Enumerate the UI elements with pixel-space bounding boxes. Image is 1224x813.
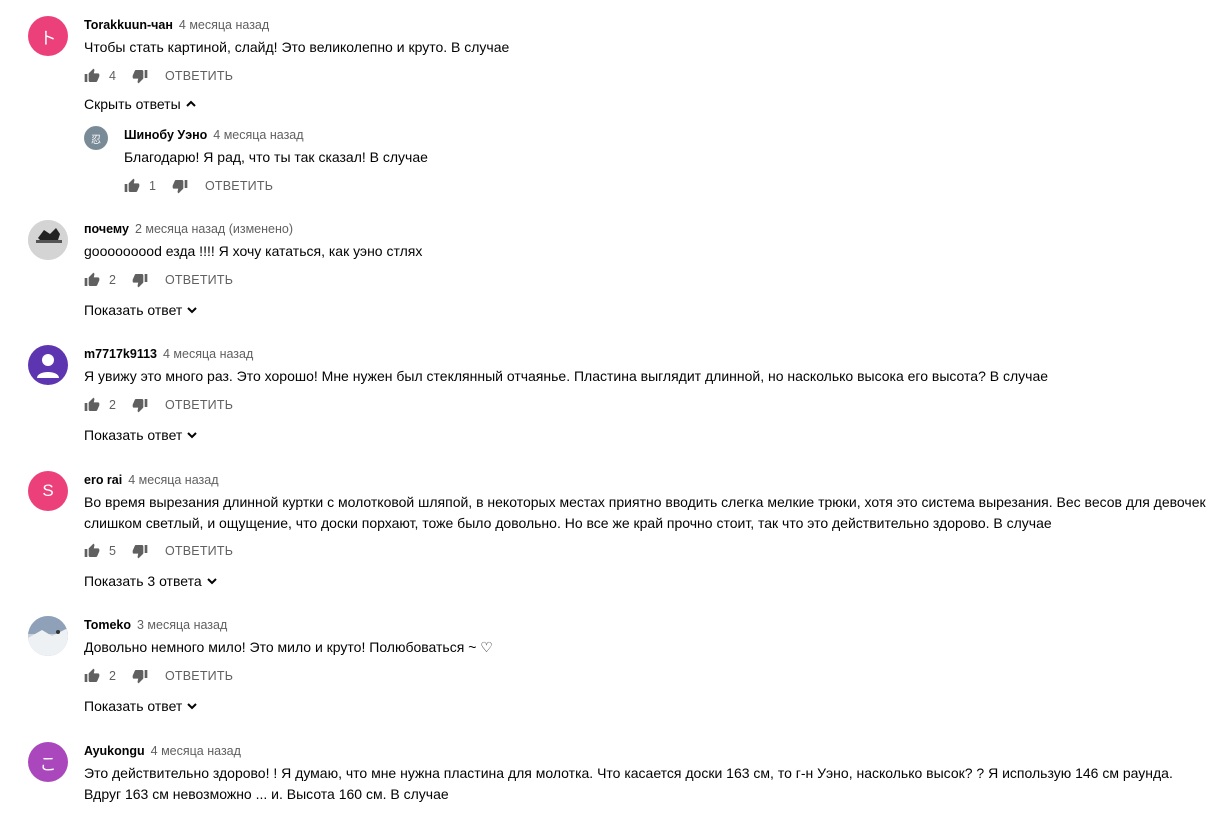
comment-author[interactable]: ero rai	[84, 473, 122, 487]
avatar-letter: こ	[39, 754, 57, 774]
comment-author[interactable]: m7717k9113	[84, 347, 157, 361]
like-count: 4	[109, 68, 116, 83]
comment-author[interactable]: Ayukongu	[84, 744, 145, 758]
comment-time[interactable]: 4 месяца назад	[151, 744, 241, 758]
reply-button[interactable]: ОТВЕТИТЬ	[165, 273, 233, 287]
avatar-image-icon	[28, 616, 68, 656]
comment-text: Во время вырезания длинной куртки с моло…	[84, 494, 1206, 531]
comment-author[interactable]: почему	[84, 222, 129, 236]
reply-button[interactable]: ОТВЕТИТЬ	[165, 669, 233, 683]
comment-text: Чтобы стать картиной, слайд! Это великол…	[84, 39, 510, 55]
comment-author[interactable]: Tomeko	[84, 618, 131, 632]
show-replies-button[interactable]: Показать ответ	[84, 427, 1208, 443]
comment-text: Это действительно здорово! ! Я думаю, чт…	[84, 765, 1173, 802]
thumbs-up-icon[interactable]	[84, 272, 100, 288]
avatar-letter: 忍	[91, 134, 101, 146]
thumbs-down-icon[interactable]	[172, 178, 188, 194]
thumbs-down-icon[interactable]	[132, 272, 148, 288]
comment-time[interactable]: 4 месяца назад	[128, 473, 218, 487]
reply-button[interactable]: ОТВЕТИТЬ	[165, 544, 233, 558]
comment-time[interactable]: 2 месяца назад (изменено)	[135, 222, 293, 236]
avatar[interactable]: S	[28, 471, 68, 511]
reply-button[interactable]: ОТВЕТИТЬ	[165, 398, 233, 412]
show-replies-button[interactable]: Показать 3 ответа	[84, 573, 1208, 589]
like-count: 1	[149, 178, 156, 193]
toggle-label: Показать ответ	[84, 697, 183, 714]
comment-author[interactable]: Шинобу Уэно	[124, 128, 207, 142]
comment-text: Довольно немного мило! Это мило и круто!…	[84, 639, 493, 655]
avatar[interactable]: こ	[28, 742, 68, 782]
thumbs-up-icon[interactable]	[84, 68, 100, 84]
thumbs-down-icon[interactable]	[132, 68, 148, 84]
avatar[interactable]	[28, 616, 68, 656]
comment-time[interactable]: 4 месяца назад	[163, 347, 253, 361]
thumbs-down-icon[interactable]	[132, 543, 148, 559]
show-replies-button[interactable]: Показать ответ	[84, 698, 1208, 714]
comment-text: gooooooood езда !!!! Я хочу кататься, ка…	[84, 243, 423, 259]
avatar-letter: S	[42, 481, 54, 500]
reply-button[interactable]: ОТВЕТИТЬ	[205, 179, 273, 193]
thumbs-up-icon[interactable]	[84, 668, 100, 684]
avatar-letter: ト	[39, 28, 57, 48]
chevron-down-icon	[187, 431, 198, 438]
thumbs-down-icon[interactable]	[132, 397, 148, 413]
comment-time[interactable]: 3 месяца назад	[137, 618, 227, 632]
avatar[interactable]: 忍	[84, 126, 108, 150]
thumbs-up-icon[interactable]	[84, 397, 100, 413]
comment-time[interactable]: 4 месяца назад	[179, 18, 269, 32]
like-count: 5	[109, 544, 116, 558]
avatar[interactable]	[28, 345, 68, 385]
thumbs-up-icon[interactable]	[84, 543, 100, 559]
chevron-up-icon	[185, 100, 196, 107]
hide-replies-button[interactable]: Скрыть ответы	[84, 96, 1208, 112]
person-icon	[37, 354, 59, 378]
chevron-down-icon	[187, 306, 198, 313]
comment-time[interactable]: 4 месяца назад	[213, 128, 303, 142]
like-count: 2	[109, 397, 116, 412]
like-count: 2	[109, 668, 116, 683]
avatar[interactable]	[28, 220, 68, 260]
comment-text: Благодарю! Я рад, что ты так сказал! В с…	[124, 149, 428, 165]
thumbs-down-icon[interactable]	[132, 668, 148, 684]
reply-button[interactable]: ОТВЕТИТЬ	[165, 69, 233, 83]
comment-text: Я увижу это много раз. Это хорошо! Мне н…	[84, 368, 1049, 384]
toggle-label: Показать ответ	[84, 301, 183, 318]
like-count: 2	[109, 272, 116, 287]
avatar[interactable]: ト	[28, 16, 68, 56]
avatar-image-icon	[28, 220, 68, 260]
toggle-label: Скрыть ответы	[84, 95, 181, 112]
chevron-down-icon	[187, 702, 198, 709]
toggle-label: Показать 3 ответа	[84, 573, 202, 589]
thumbs-up-icon[interactable]	[124, 178, 140, 194]
show-replies-button[interactable]: Показать ответ	[84, 302, 1208, 318]
chevron-down-icon	[206, 578, 217, 585]
toggle-label: Показать ответ	[84, 426, 183, 443]
comment-author[interactable]: Torakkuun-чан	[84, 18, 173, 32]
